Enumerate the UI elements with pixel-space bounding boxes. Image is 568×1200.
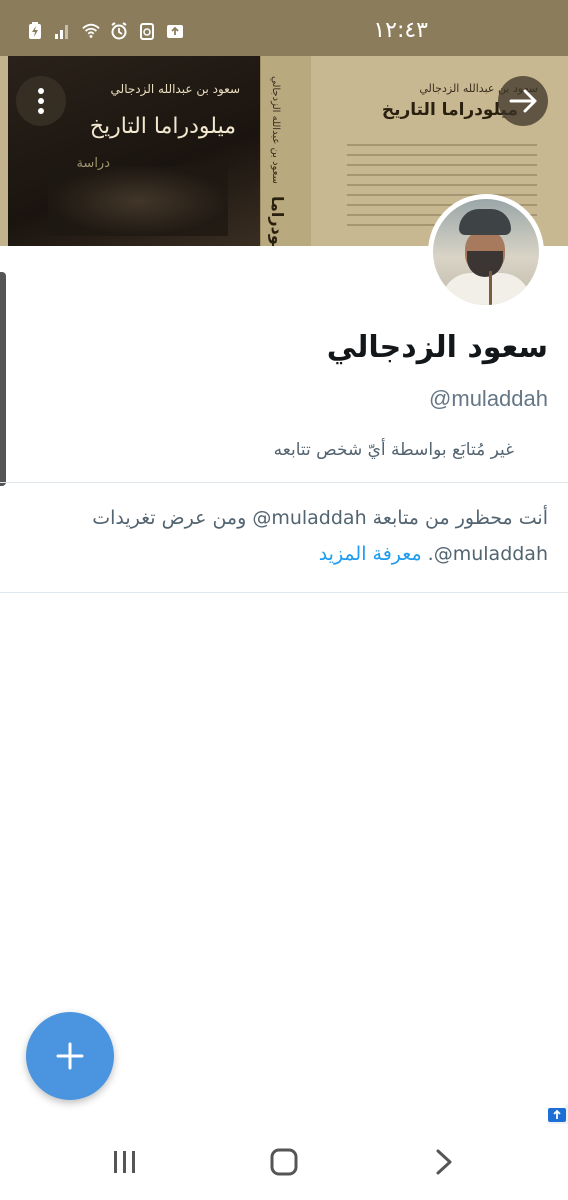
front-subtitle: دراسة bbox=[76, 156, 110, 171]
home-icon bbox=[270, 1148, 298, 1176]
front-title: ميلودراما التاريخ bbox=[89, 114, 236, 139]
recycle-icon bbox=[138, 22, 156, 40]
avatar-photo bbox=[433, 199, 539, 305]
front-author: سعود بن عبدالله الزدجالي bbox=[110, 82, 240, 96]
divider bbox=[0, 592, 568, 593]
learn-more-link[interactable]: معرفة المزيد bbox=[319, 543, 422, 565]
more-options-button[interactable] bbox=[16, 76, 66, 126]
cover-artwork bbox=[48, 166, 228, 236]
system-nav-bar bbox=[0, 1124, 568, 1200]
chevron-right-icon bbox=[436, 1149, 452, 1175]
blocked-message: أنت محظور من متابعة muladdah@ ومن عرض تغ… bbox=[30, 500, 548, 572]
spine-title: ميلودراما bbox=[268, 196, 287, 246]
not-followed-text: غير مُتابَع بواسطة أيّ شخص تتابعه bbox=[273, 440, 514, 460]
plus-icon bbox=[56, 1042, 84, 1070]
recent-apps-button[interactable] bbox=[105, 1146, 145, 1178]
upload-icon bbox=[166, 22, 184, 40]
back-button[interactable] bbox=[498, 76, 548, 126]
alarm-icon bbox=[110, 22, 128, 40]
status-time: ١٢:٤٣ bbox=[373, 18, 428, 43]
arrow-right-icon bbox=[509, 89, 537, 113]
status-bar: ١٢:٤٣ bbox=[0, 0, 568, 56]
spine-author: سعود بن عبدالله الزدجالي bbox=[270, 76, 281, 184]
profile-name: سعود الزدجالي bbox=[326, 330, 548, 365]
more-vertical-icon bbox=[38, 88, 44, 114]
compose-tweet-button[interactable] bbox=[26, 1012, 114, 1100]
avatar[interactable] bbox=[428, 194, 544, 310]
upload-icon[interactable] bbox=[545, 1102, 568, 1126]
system-back-button[interactable] bbox=[424, 1146, 464, 1178]
home-button[interactable] bbox=[264, 1146, 304, 1178]
status-icons bbox=[26, 22, 184, 40]
wifi-icon bbox=[82, 22, 100, 40]
battery-charging-icon bbox=[26, 22, 44, 40]
profile-handle: @muladdah bbox=[429, 386, 548, 411]
edge-panel-handle[interactable] bbox=[0, 272, 6, 486]
divider bbox=[0, 482, 568, 483]
recents-icon bbox=[114, 1151, 135, 1173]
signal-icon bbox=[54, 22, 72, 40]
